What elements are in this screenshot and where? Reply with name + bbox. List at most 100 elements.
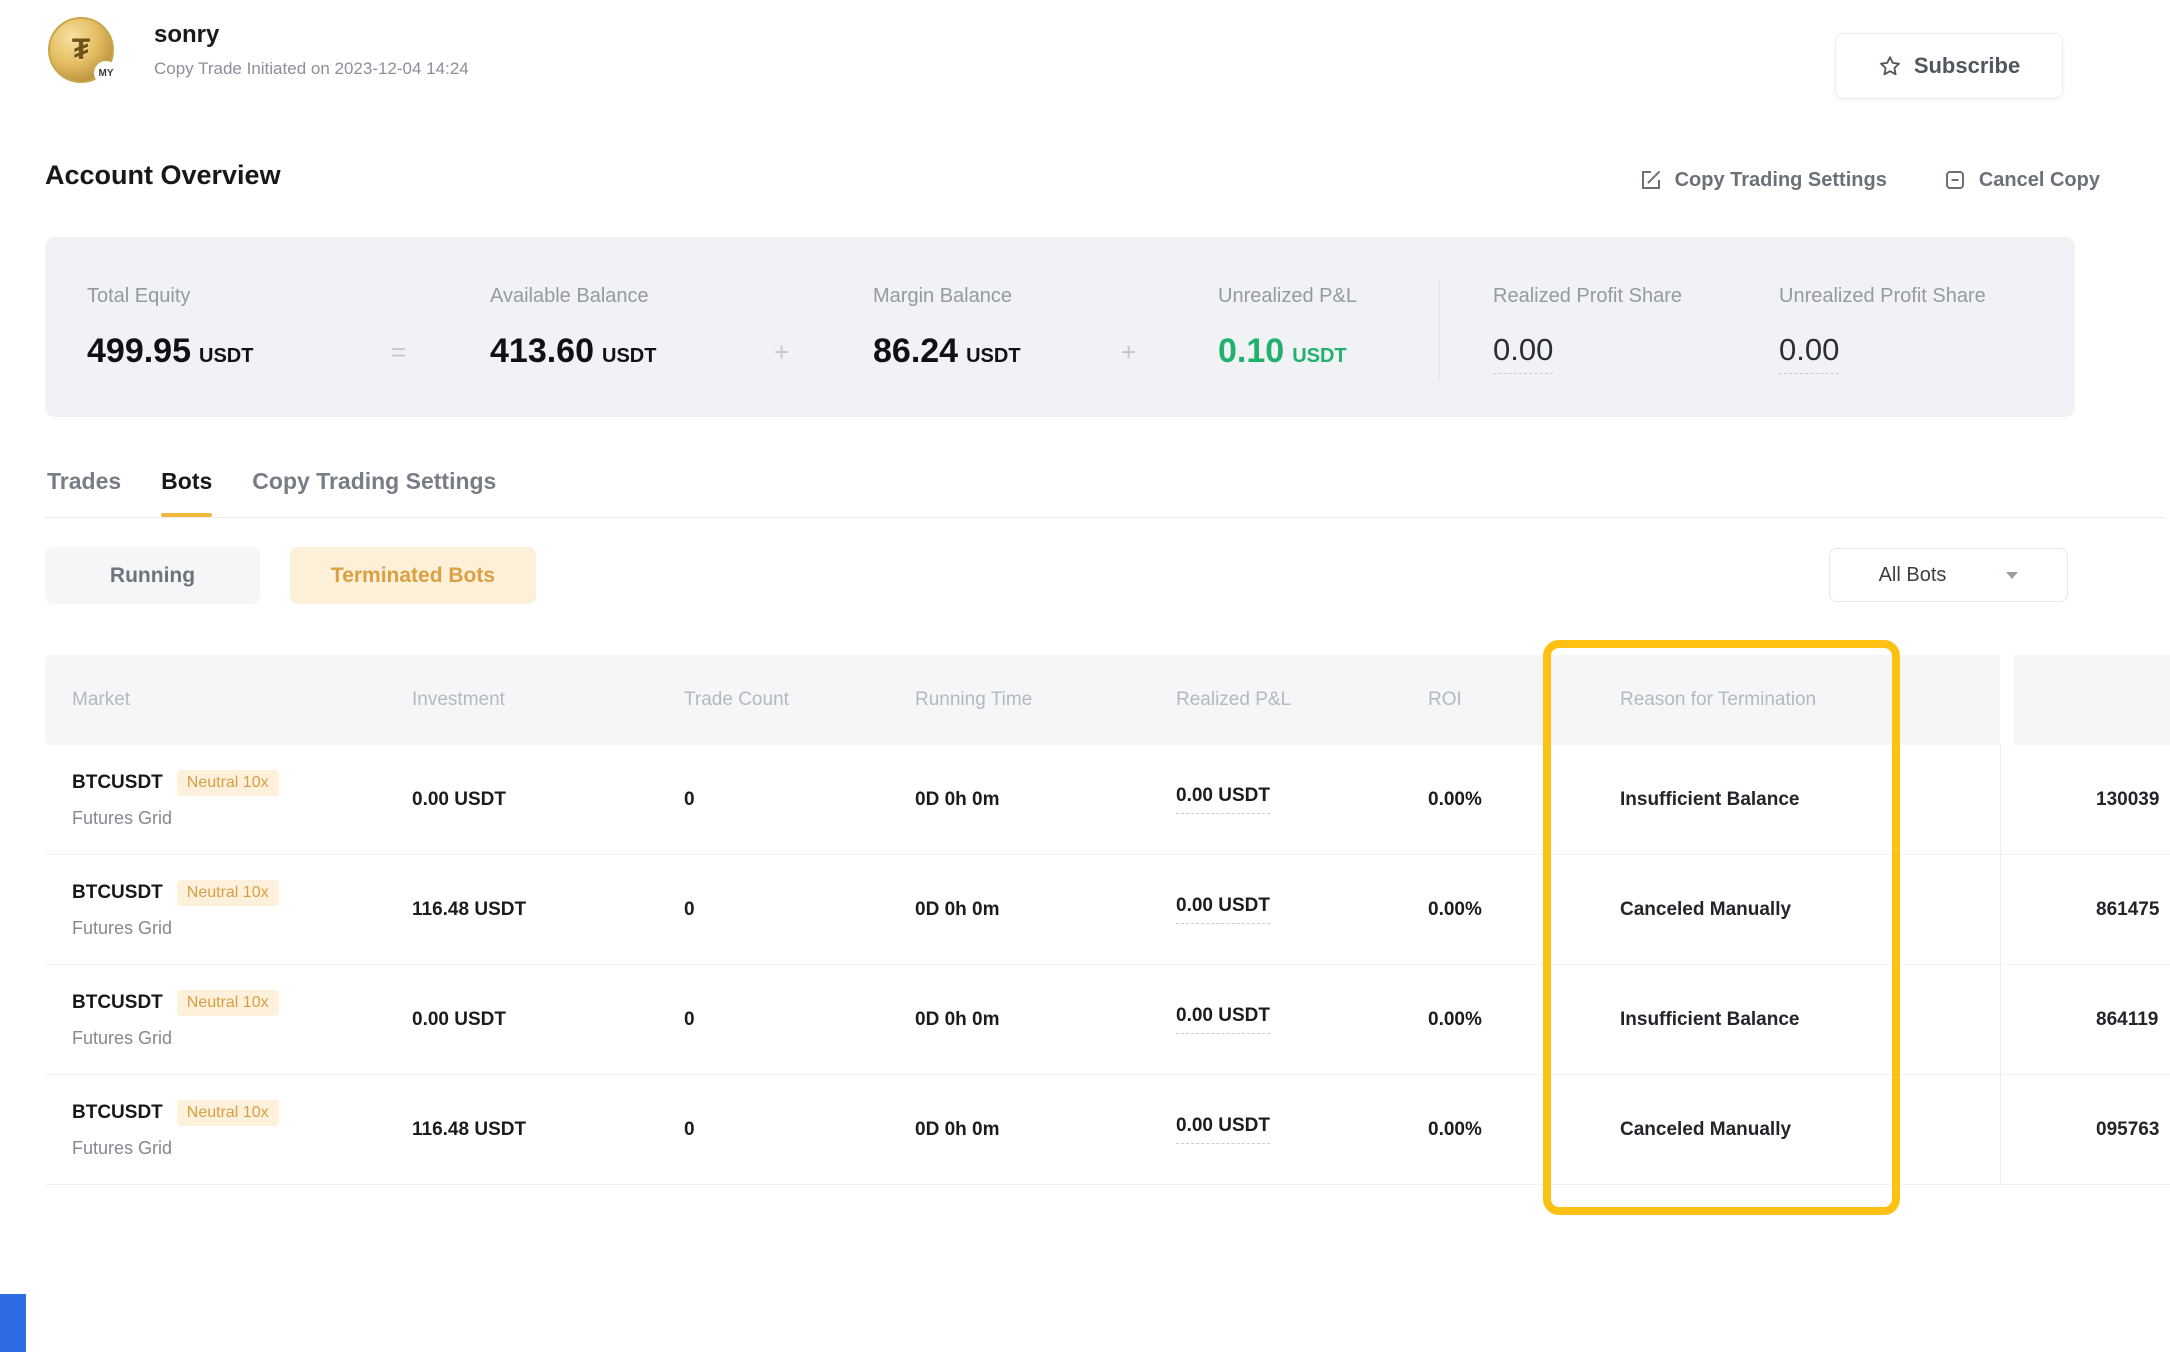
column-header-reason: Reason for Termination: [1620, 689, 2000, 711]
stat-label: Unrealized Profit Share: [1779, 285, 1986, 308]
running-time-cell: 0D 0h 0m: [915, 1119, 1176, 1141]
trade-count-cell: 0: [684, 1009, 915, 1031]
realized-pnl-value: 0.00 USDT: [1176, 1005, 1270, 1034]
star-outline-icon: [1878, 54, 1902, 78]
termination-reason-cell: Canceled Manually: [1620, 899, 2000, 921]
account-overview-title: Account Overview: [45, 160, 281, 191]
account-overview-panel: Total Equity 499.95USDT = Available Bala…: [45, 237, 2075, 417]
roi-cell: 0.00%: [1428, 1119, 1620, 1141]
running-time-cell: 0D 0h 0m: [915, 899, 1176, 921]
stat-label: Total Equity: [87, 285, 253, 308]
cancel-copy-label: Cancel Copy: [1979, 169, 2100, 192]
termination-reason-cell: Insufficient Balance: [1620, 789, 2000, 811]
stat-unit: USDT: [1292, 345, 1346, 367]
tab-copy-trading-settings[interactable]: Copy Trading Settings: [252, 462, 496, 517]
stat-total-equity: Total Equity 499.95USDT: [87, 285, 253, 371]
bot-id-cell: 095763: [2000, 1075, 2170, 1184]
market-cell: BTCUSDT Neutral 10x Futures Grid: [45, 1100, 412, 1159]
running-time-cell: 0D 0h 0m: [915, 1009, 1176, 1031]
table-row[interactable]: BTCUSDT Neutral 10x Futures Grid 0.00 US…: [45, 965, 2170, 1075]
panel-divider: [1439, 278, 1440, 380]
running-time-cell: 0D 0h 0m: [915, 789, 1176, 811]
all-bots-dropdown-value: All Bots: [1879, 564, 1947, 587]
column-header-roi: ROI: [1428, 689, 1620, 711]
stat-value: 0.10: [1218, 332, 1284, 370]
investment-cell: 116.48 USDT: [412, 1119, 684, 1141]
stat-value: 86.24: [873, 332, 958, 370]
stat-value: 0.00: [1779, 332, 1839, 374]
stat-unit: USDT: [602, 345, 656, 367]
market-cell: BTCUSDT Neutral 10x Futures Grid: [45, 770, 412, 829]
termination-reason-cell: Canceled Manually: [1620, 1119, 2000, 1141]
stat-value: 499.95: [87, 332, 191, 370]
stat-available-balance: Available Balance 413.60 USDT: [490, 285, 656, 371]
copy-trading-page: ₮ MY sonry Copy Trade Initiated on 2023-…: [0, 0, 2170, 1352]
market-symbol: BTCUSDT: [72, 772, 163, 794]
copy-trade-initiated-text: Copy Trade Initiated on 2023-12-04 14:24: [154, 59, 469, 79]
terminated-bots-filter-button[interactable]: Terminated Bots: [290, 547, 536, 604]
realized-pnl-value: 0.00 USDT: [1176, 785, 1270, 814]
avatar-country-badge: MY: [94, 61, 118, 85]
trade-count-cell: 0: [684, 899, 915, 921]
stat-label: Unrealized P&L: [1218, 285, 1357, 308]
bot-type: Futures Grid: [72, 1028, 412, 1049]
tab-trades[interactable]: Trades: [47, 462, 121, 517]
running-filter-button[interactable]: Running: [45, 547, 260, 604]
column-header-realized-pnl: Realized P&L: [1176, 689, 1428, 711]
table-header-row: Market Investment Trade Count Running Ti…: [45, 655, 2170, 745]
tab-bots[interactable]: Bots: [161, 462, 212, 517]
bot-id-cell: 130039: [2000, 745, 2170, 854]
bot-id-cell: 861475: [2000, 855, 2170, 964]
stat-label: Available Balance: [490, 285, 656, 308]
stat-unrealized-pnl: Unrealized P&L 0.10 USDT: [1218, 285, 1357, 371]
subscribe-button[interactable]: Subscribe: [1835, 33, 2063, 99]
trader-avatar: ₮ MY: [48, 17, 114, 83]
caret-down-icon: [2006, 572, 2018, 579]
minus-square-icon: [1943, 168, 1967, 192]
edit-square-icon: [1639, 168, 1663, 192]
realized-pnl-value: 0.00 USDT: [1176, 1115, 1270, 1144]
stat-margin-balance: Margin Balance 86.24 USDT: [873, 285, 1021, 371]
roi-cell: 0.00%: [1428, 789, 1620, 811]
trade-count-cell: 0: [684, 789, 915, 811]
stat-unit: USDT: [966, 345, 1020, 367]
column-header-id-clipped: [2000, 655, 2170, 745]
equals-separator: =: [391, 337, 406, 368]
market-cell: BTCUSDT Neutral 10x Futures Grid: [45, 880, 412, 939]
market-symbol: BTCUSDT: [72, 992, 163, 1014]
trader-header: ₮ MY sonry Copy Trade Initiated on 2023-…: [48, 17, 469, 83]
stat-value: 413.60: [490, 332, 594, 370]
stat-unrealized-profit-share: Unrealized Profit Share 0.00: [1779, 285, 1986, 368]
column-header-trade-count: Trade Count: [684, 689, 915, 711]
cancel-copy-button[interactable]: Cancel Copy: [1943, 168, 2100, 192]
table-body: BTCUSDT Neutral 10x Futures Grid 0.00 US…: [45, 745, 2170, 1185]
column-header-investment: Investment: [412, 689, 684, 711]
copy-trading-settings-label: Copy Trading Settings: [1675, 169, 1887, 192]
leverage-badge: Neutral 10x: [177, 990, 279, 1016]
stat-label: Realized Profit Share: [1493, 285, 1682, 308]
roi-cell: 0.00%: [1428, 899, 1620, 921]
market-cell: BTCUSDT Neutral 10x Futures Grid: [45, 990, 412, 1049]
investment-cell: 0.00 USDT: [412, 789, 684, 811]
stat-realized-profit-share: Realized Profit Share 0.00: [1493, 285, 1682, 368]
leverage-badge: Neutral 10x: [177, 880, 279, 906]
terminated-bots-table: Market Investment Trade Count Running Ti…: [45, 655, 2170, 1185]
table-row[interactable]: BTCUSDT Neutral 10x Futures Grid 116.48 …: [45, 1075, 2170, 1185]
copy-trading-settings-button[interactable]: Copy Trading Settings: [1639, 168, 1887, 192]
table-row[interactable]: BTCUSDT Neutral 10x Futures Grid 116.48 …: [45, 855, 2170, 965]
trader-meta: sonry Copy Trade Initiated on 2023-12-04…: [154, 21, 469, 79]
roi-cell: 0.00%: [1428, 1009, 1620, 1031]
all-bots-dropdown[interactable]: All Bots: [1829, 548, 2068, 602]
plus-separator: +: [1121, 337, 1136, 368]
column-header-running-time: Running Time: [915, 689, 1176, 711]
market-symbol: BTCUSDT: [72, 1102, 163, 1124]
termination-reason-cell: Insufficient Balance: [1620, 1009, 2000, 1031]
stat-value: 0.00: [1493, 332, 1553, 374]
table-row[interactable]: BTCUSDT Neutral 10x Futures Grid 0.00 US…: [45, 745, 2170, 855]
bot-type: Futures Grid: [72, 808, 412, 829]
tab-bar: Trades Bots Copy Trading Settings: [45, 462, 2165, 518]
column-header-market: Market: [45, 689, 412, 711]
stat-label: Margin Balance: [873, 285, 1021, 308]
leverage-badge: Neutral 10x: [177, 1100, 279, 1126]
tether-coin-icon: ₮: [72, 33, 90, 67]
